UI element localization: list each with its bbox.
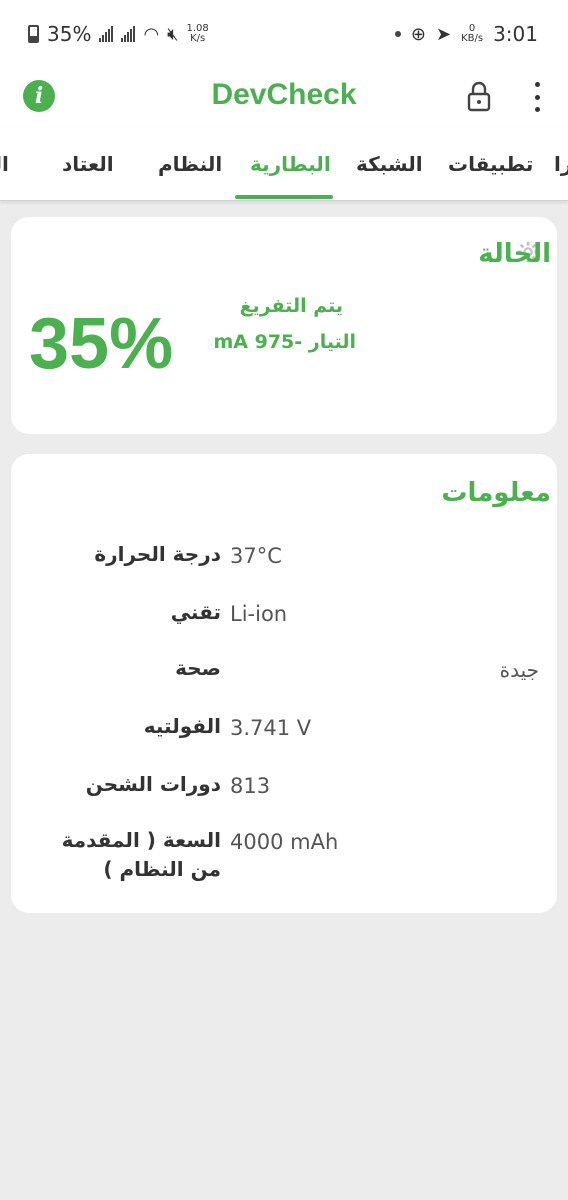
voltage-label: الفولتيه bbox=[143, 714, 221, 738]
status-bar-left: 35% ◠ 🔇︎ 1.08 K/s bbox=[28, 22, 209, 46]
tab-battery[interactable]: البطارية bbox=[250, 152, 331, 176]
voltage-value: 3.741 V bbox=[230, 716, 312, 740]
temperature-label: درجة الحرارة bbox=[94, 542, 221, 566]
capacity-value: 4000 mAh bbox=[230, 830, 339, 854]
status-card-title: الحالة bbox=[478, 239, 551, 269]
tab-network[interactable]: الشبكة bbox=[356, 152, 423, 176]
battery-info-card: معلومات درجة الحرارة 37°C تقني Li-ion صح… bbox=[11, 454, 557, 913]
signal-icon-2 bbox=[121, 26, 136, 42]
battery-state: يتم التفريغ bbox=[239, 295, 343, 317]
technology-label: تقني bbox=[170, 600, 221, 624]
charge-cycles-value: 813 bbox=[230, 774, 271, 798]
status-bar: 35% ◠ 🔇︎ 1.08 K/s ⊕ ➤ 0 KB/s 3:01 bbox=[0, 0, 568, 70]
capacity-label: السعة ( المقدمة من النظام ) bbox=[61, 828, 221, 881]
lock-icon[interactable] bbox=[466, 80, 492, 112]
info-card-title: معلومات bbox=[441, 478, 551, 508]
tab-bar: را تطبيقات الشبكة البطارية النظام العتاد… bbox=[0, 128, 568, 201]
location-plus-icon: ⊕ bbox=[410, 23, 426, 45]
tab-dashboard[interactable]: الر bbox=[0, 152, 9, 176]
net-speed-unit: K/s bbox=[190, 33, 206, 44]
battery-current: التيار -975 mA bbox=[213, 331, 356, 353]
tab-system[interactable]: النظام bbox=[158, 152, 222, 176]
charge-cycles-label: دورات الشحن bbox=[85, 772, 221, 796]
tab-sensors[interactable]: را bbox=[554, 152, 568, 176]
mute-icon: 🔇︎ bbox=[167, 23, 179, 45]
technology-value: Li-ion bbox=[230, 602, 288, 626]
temperature-value: 37°C bbox=[230, 544, 282, 568]
tab-hardware[interactable]: العتاد bbox=[62, 152, 114, 176]
net-speed: 1.08 K/s bbox=[187, 24, 209, 44]
kb-speed: 0 KB/s bbox=[461, 24, 483, 44]
more-options-icon[interactable] bbox=[530, 82, 544, 112]
status-bar-right: ⊕ ➤ 0 KB/s 3:01 bbox=[394, 22, 538, 46]
health-value: جيدة bbox=[499, 658, 539, 682]
clock: 3:01 bbox=[493, 22, 538, 46]
battery-icon bbox=[28, 25, 39, 43]
telegram-icon: ➤ bbox=[435, 23, 452, 45]
signal-icon bbox=[99, 26, 114, 42]
kb-speed-unit: KB/s bbox=[461, 33, 484, 44]
battery-percent: 35% bbox=[47, 22, 92, 46]
battery-level-percent: 35% bbox=[29, 304, 174, 384]
active-tab-indicator bbox=[235, 195, 333, 199]
battery-status-card: الحالة 35% يتم التفريغ التيار -975 mA bbox=[11, 217, 557, 434]
notification-dot-icon bbox=[394, 31, 401, 37]
app-bar: i DevCheck bbox=[0, 70, 568, 128]
health-label: صحة bbox=[175, 656, 221, 680]
tab-apps[interactable]: تطبيقات bbox=[448, 152, 533, 176]
wifi-icon: ◠ bbox=[143, 23, 160, 45]
